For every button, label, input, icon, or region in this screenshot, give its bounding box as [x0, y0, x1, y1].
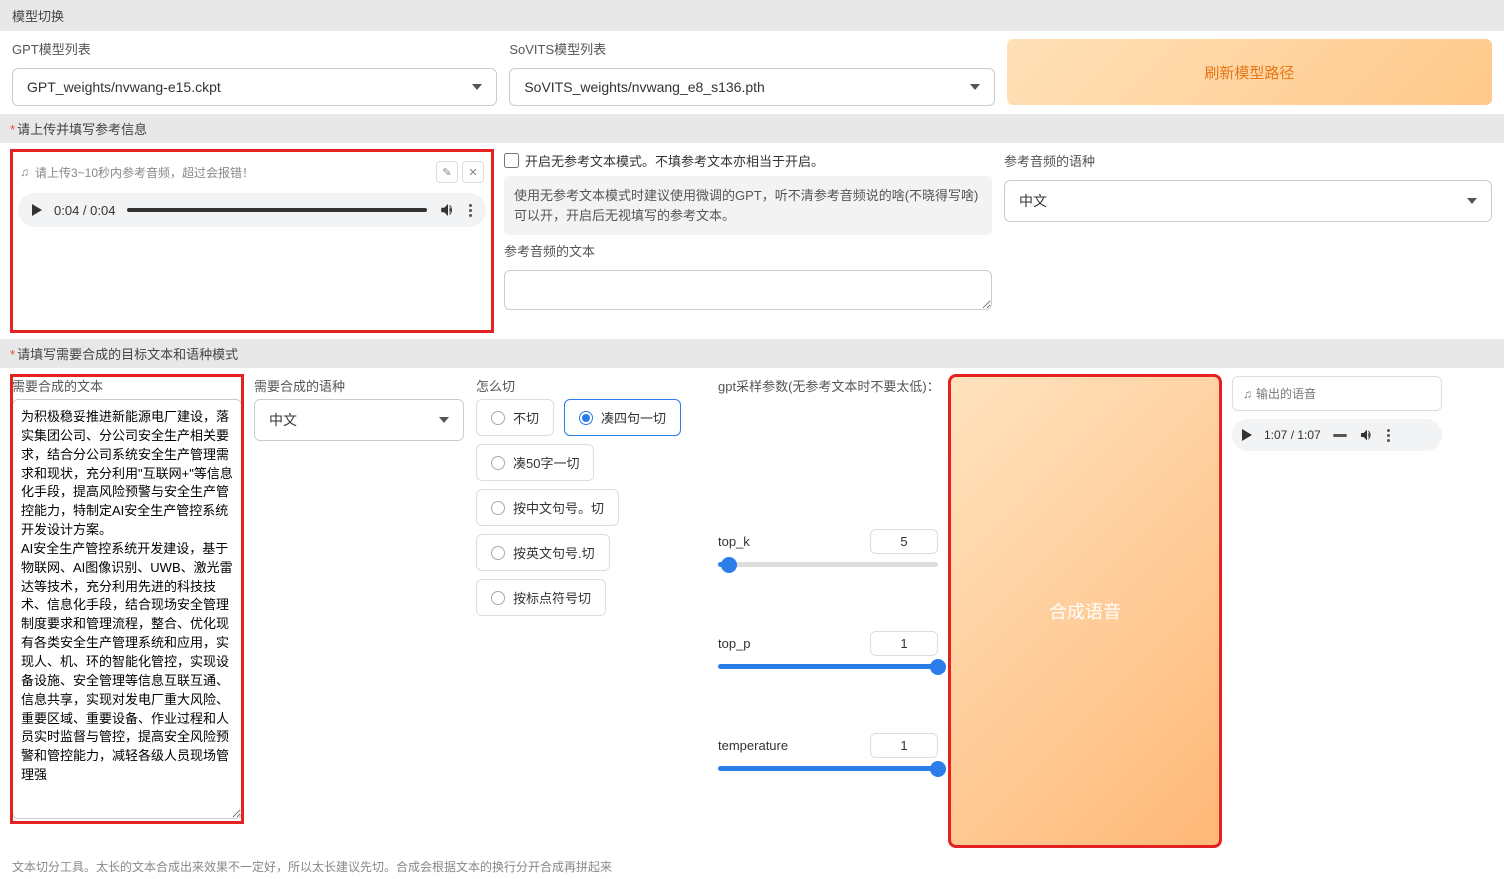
- refresh-model-path-button[interactable]: 刷新模型路径: [1007, 39, 1492, 105]
- more-icon[interactable]: [1387, 429, 1390, 442]
- out-audio-player[interactable]: 1:07 / 1:07: [1232, 419, 1442, 451]
- syn-lang-label: 需要合成的语种: [254, 376, 464, 395]
- gpt-model-select[interactable]: GPT_weights/nvwang-e15.ckpt: [12, 68, 497, 106]
- top-p-label: top_p: [718, 636, 751, 651]
- out-audio-label: 输出的语音: [1256, 385, 1316, 402]
- sovits-model-value: SoVITS_weights/nvwang_e8_s136.pth: [524, 79, 765, 95]
- edit-icon[interactable]: ✎: [436, 161, 458, 183]
- temperature-value[interactable]: 1: [870, 733, 938, 758]
- synthesize-button[interactable]: 合成语音: [950, 376, 1220, 846]
- top-p-slider[interactable]: [718, 664, 938, 669]
- ref-lang-label: 参考音频的语种: [1004, 151, 1492, 170]
- out-audio-track[interactable]: [1333, 434, 1347, 437]
- chevron-down-icon: [439, 417, 449, 423]
- top-k-label: top_k: [718, 534, 750, 549]
- chevron-down-icon: [472, 84, 482, 90]
- ref-audio-upload[interactable]: ♫ 请上传3~10秒内参考音频，超过会报错！ ✎ ✕ 0:04 / 0:04: [12, 151, 492, 331]
- volume-icon[interactable]: [439, 201, 457, 219]
- sampling-label: gpt采样参数(无参考文本时不要太低)：: [718, 376, 938, 395]
- more-icon[interactable]: [469, 204, 472, 217]
- chevron-down-icon: [1467, 198, 1477, 204]
- play-icon[interactable]: [1242, 429, 1252, 441]
- temperature-slider[interactable]: [718, 766, 938, 771]
- volume-icon[interactable]: [1359, 427, 1375, 443]
- footer-note: 文本切分工具。太长的文本合成出来效果不一定好，所以太长建议先切。合成会根据文本的…: [0, 854, 1504, 879]
- cut-label: 怎么切: [476, 376, 706, 395]
- no-ref-text-checkbox[interactable]: 开启无参考文本模式。不填参考文本亦相当于开启。: [504, 151, 992, 170]
- gpt-model-value: GPT_weights/nvwang-e15.ckpt: [27, 79, 221, 95]
- cut-radio-group: 不切 凑四句一切 凑50字一切 按中文句号。切 按英文句号.切 按标点符号切: [476, 399, 706, 616]
- top-p-value[interactable]: 1: [870, 631, 938, 656]
- section-target-text: *请填写需要合成的目标文本和语种模式: [0, 339, 1504, 368]
- gpt-model-label: GPT模型列表: [12, 39, 497, 58]
- play-icon[interactable]: [32, 204, 42, 216]
- close-icon[interactable]: ✕: [462, 161, 484, 183]
- cut-option-50char[interactable]: 凑50字一切: [476, 444, 594, 481]
- cut-option-zh-period[interactable]: 按中文句号。切: [476, 489, 619, 526]
- section-model-switch: 模型切换: [0, 0, 1504, 31]
- temperature-label: temperature: [718, 738, 788, 753]
- ref-audio-track[interactable]: [127, 208, 427, 212]
- cut-option-none[interactable]: 不切: [476, 399, 554, 436]
- ref-audio-time: 0:04 / 0:04: [54, 203, 115, 218]
- syn-text-input[interactable]: [12, 399, 242, 819]
- out-audio-time: 1:07 / 1:07: [1264, 428, 1321, 442]
- ref-text-label: 参考音频的文本: [504, 241, 992, 260]
- top-k-value[interactable]: 5: [870, 529, 938, 554]
- music-note-icon: ♫: [20, 165, 29, 179]
- cut-option-punct[interactable]: 按标点符号切: [476, 579, 606, 616]
- ref-audio-player[interactable]: 0:04 / 0:04: [18, 193, 486, 227]
- cut-option-4sent[interactable]: 凑四句一切: [564, 399, 681, 436]
- ref-text-input[interactable]: [504, 270, 992, 310]
- chevron-down-icon: [970, 84, 980, 90]
- syn-text-label: 需要合成的文本: [12, 376, 242, 395]
- sovits-model-label: SoVITS模型列表: [509, 39, 994, 58]
- cut-option-en-period[interactable]: 按英文句号.切: [476, 534, 610, 571]
- section-ref-info: *请上传并填写参考信息: [0, 114, 1504, 143]
- no-ref-text-note: 使用无参考文本模式时建议使用微调的GPT，听不清参考音频说的啥(不晓得写啥)可以…: [504, 176, 992, 235]
- music-note-icon: ♫: [1243, 387, 1252, 401]
- top-k-slider[interactable]: [718, 562, 938, 567]
- syn-lang-select[interactable]: 中文: [254, 399, 464, 441]
- ref-lang-select[interactable]: 中文: [1004, 180, 1492, 222]
- sovits-model-select[interactable]: SoVITS_weights/nvwang_e8_s136.pth: [509, 68, 994, 106]
- upload-hint: 请上传3~10秒内参考音频，超过会报错！: [35, 164, 254, 181]
